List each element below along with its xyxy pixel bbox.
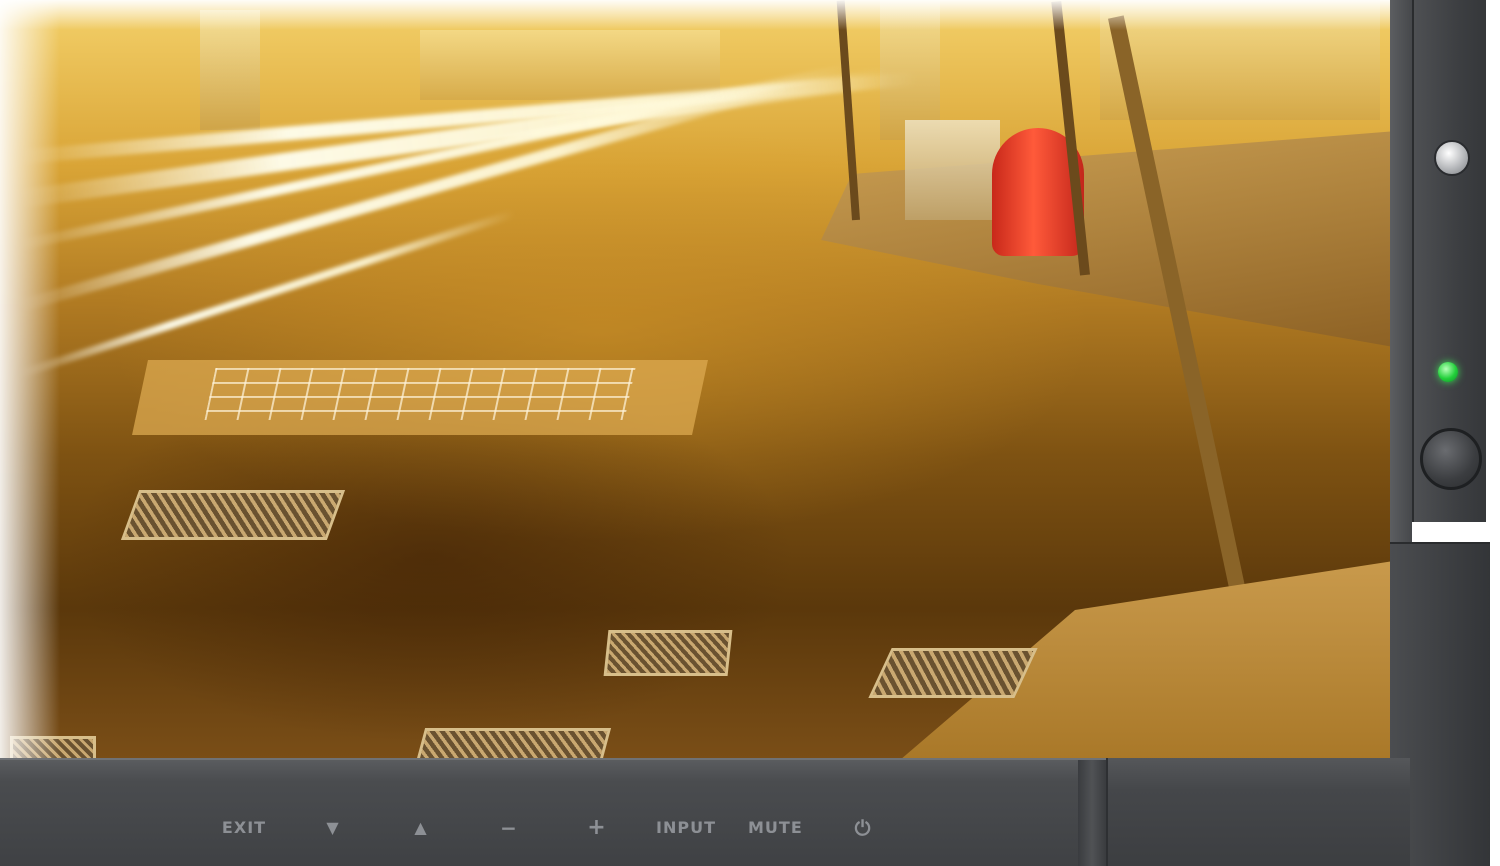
monitor-screen [0, 0, 1392, 760]
mute-button[interactable]: MUTE [748, 808, 802, 848]
exit-button[interactable]: EXIT [220, 808, 268, 848]
gutter-grate [868, 648, 1038, 698]
bezel-seam [1078, 760, 1106, 866]
sidewalk-upper [821, 130, 1392, 350]
screen-fade-left [0, 0, 60, 760]
road-grid-markings [204, 368, 636, 420]
bezel-bottom-right [1106, 758, 1410, 866]
side-round-button[interactable] [1420, 428, 1482, 490]
drain-grate [603, 630, 733, 676]
triangle-down-icon[interactable]: ▼ [318, 808, 348, 848]
input-button[interactable]: INPUT [656, 808, 715, 848]
drain-grate [414, 728, 612, 760]
manhole-cover [120, 490, 346, 540]
minus-icon[interactable]: − [496, 808, 522, 848]
stacked-boxes [905, 120, 1000, 220]
power-led-indicator [1438, 362, 1458, 382]
screen-fade-top [0, 0, 1392, 30]
building-overpass [420, 30, 720, 100]
power-icon[interactable]: ⏻ [848, 808, 878, 848]
triangle-up-icon[interactable]: ▲ [406, 808, 436, 848]
plus-icon[interactable]: + [584, 808, 610, 848]
light-streak [18, 79, 791, 312]
monitor-product-view: EXIT ▼ ▲ − + INPUT MUTE ⏻ [0, 0, 1500, 866]
ambient-light-sensor [1434, 140, 1470, 176]
